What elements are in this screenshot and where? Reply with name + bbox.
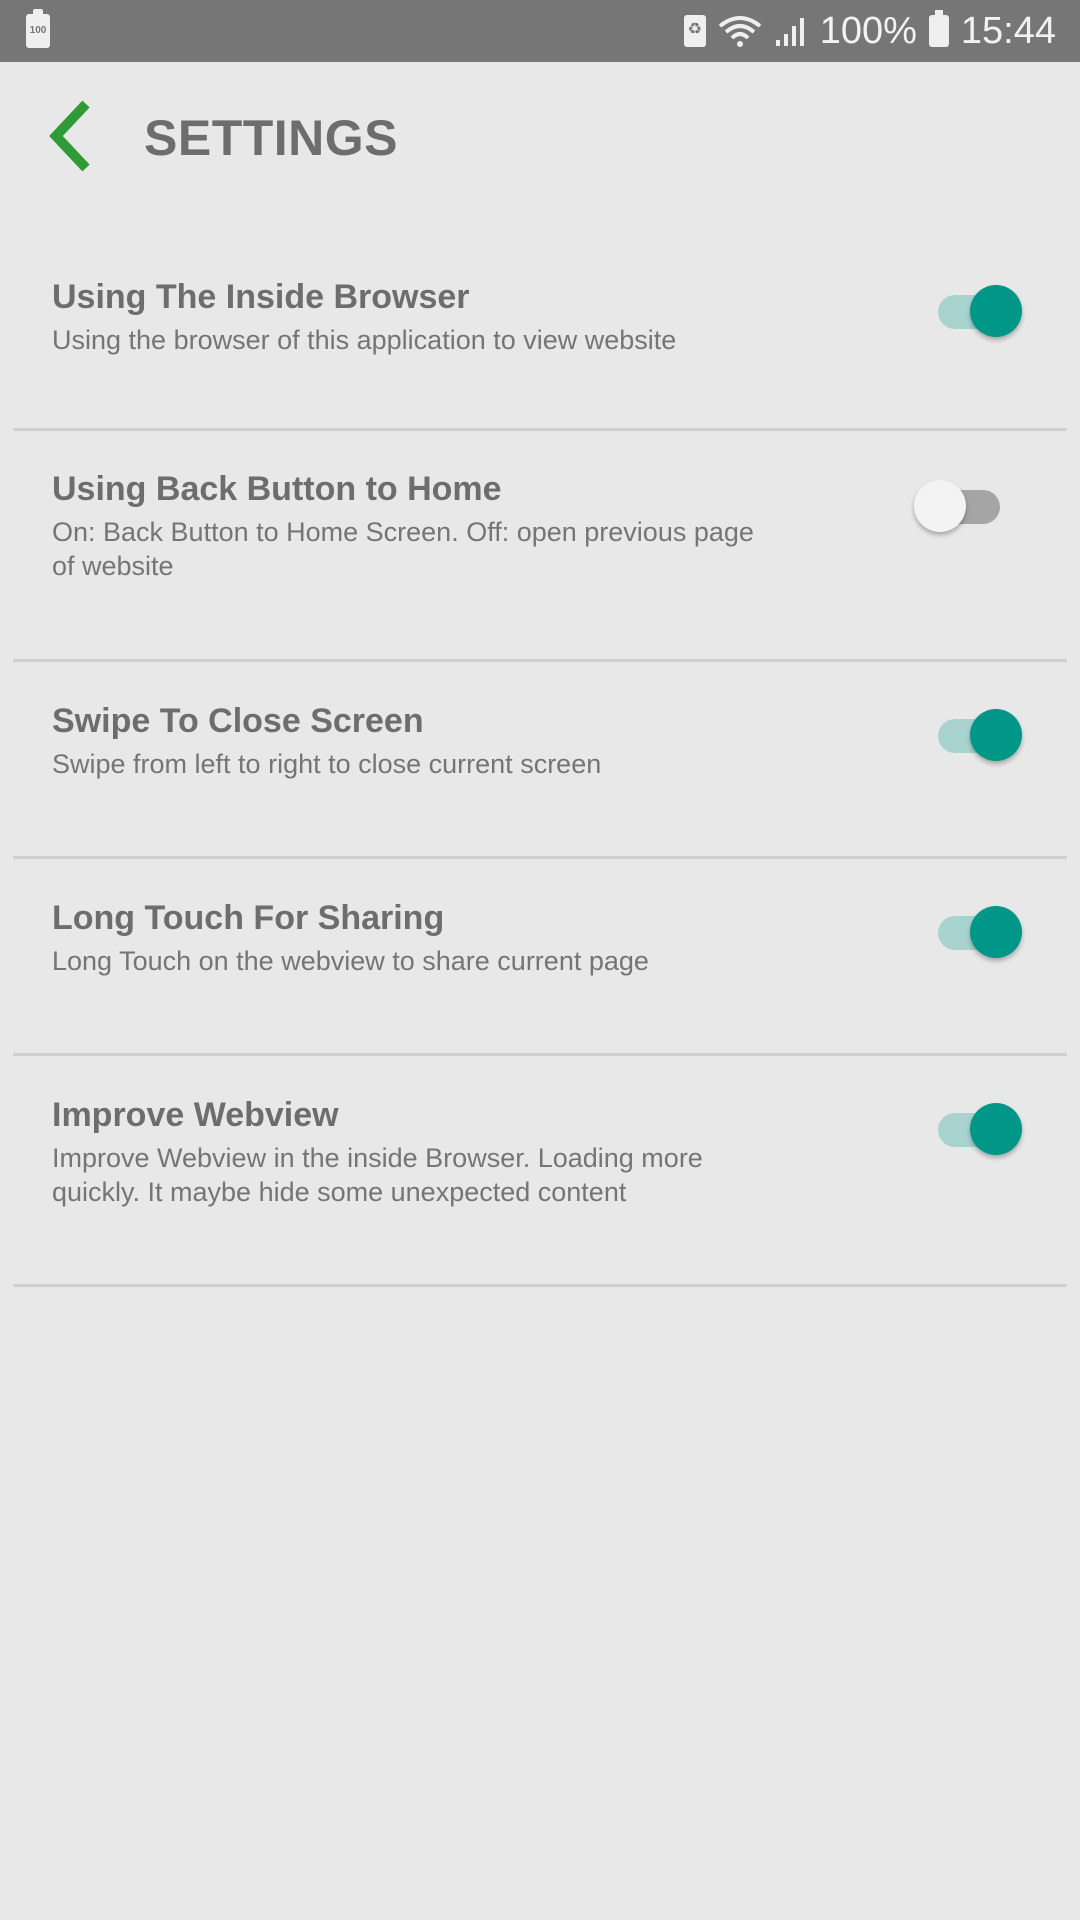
toggle-inside-browser[interactable] [932, 279, 1024, 339]
chevron-left-icon [49, 100, 90, 172]
battery-saver-icon: 100 [26, 9, 50, 48]
toggle-long-touch-sharing[interactable] [932, 900, 1024, 960]
toggle-back-button-home[interactable] [914, 474, 1006, 534]
battery-percent: 100% [819, 10, 917, 52]
setting-title: Improve Webview [52, 1096, 339, 1134]
setting-title: Swipe To Close Screen [52, 702, 424, 740]
toggle-thumb [970, 1103, 1022, 1155]
setting-row-improve-webview[interactable]: Improve Webview Improve Webview in the i… [0, 1053, 1080, 1287]
page-title: SETTINGS [144, 110, 399, 166]
toggle-thumb [914, 480, 966, 532]
setting-description: Using the browser of this application to… [52, 325, 677, 355]
divider [13, 1284, 1067, 1287]
status-time: 15:44 [960, 10, 1056, 52]
setting-row-long-touch-sharing[interactable]: Long Touch For Sharing Long Touch on the… [0, 856, 1080, 1056]
back-button[interactable] [42, 96, 112, 176]
settings-list: Using The Inside Browser Using the brows… [0, 212, 1080, 1287]
setting-title: Using Back Button to Home [52, 470, 502, 508]
setting-title: Long Touch For Sharing [52, 899, 445, 937]
setting-row-swipe-close[interactable]: Swipe To Close Screen Swipe from left to… [0, 659, 1080, 859]
toggle-thumb [970, 285, 1022, 337]
recycle-icon: ♻ [683, 15, 706, 47]
setting-text: Swipe To Close Screen Swipe from left to… [52, 699, 772, 781]
setting-description: On: Back Button to Home Screen. Off: ope… [52, 517, 754, 581]
header: SETTINGS [0, 62, 1080, 212]
toggle-thumb [970, 906, 1022, 958]
toggle-improve-webview[interactable] [932, 1097, 1024, 1157]
setting-row-back-button-home[interactable]: Using Back Button to Home On: Back Butto… [0, 428, 1080, 662]
setting-row-inside-browser[interactable]: Using The Inside Browser Using the brows… [0, 212, 1080, 431]
wifi-icon [718, 16, 761, 47]
toggle-swipe-close[interactable] [932, 703, 1024, 763]
status-bar-right: ♻ 100% 15:44 [683, 0, 1056, 62]
setting-text: Long Touch For Sharing Long Touch on the… [52, 896, 772, 978]
toggle-thumb [970, 709, 1022, 761]
setting-text: Using Back Button to Home On: Back Butto… [52, 467, 772, 583]
setting-description: Long Touch on the webview to share curre… [52, 946, 649, 976]
setting-text: Improve Webview Improve Webview in the i… [52, 1093, 772, 1209]
signal-icon [775, 18, 804, 46]
setting-description: Improve Webview in the inside Browser. L… [52, 1143, 703, 1207]
setting-title: Using The Inside Browser [52, 278, 470, 316]
setting-description: Swipe from left to right to close curren… [52, 749, 602, 779]
setting-text: Using The Inside Browser Using the brows… [52, 275, 772, 357]
status-bar: 100 ♻ 100% 15:44 [0, 0, 1080, 62]
battery-icon [928, 10, 949, 47]
battery-saver-label: 100 [29, 25, 47, 36]
